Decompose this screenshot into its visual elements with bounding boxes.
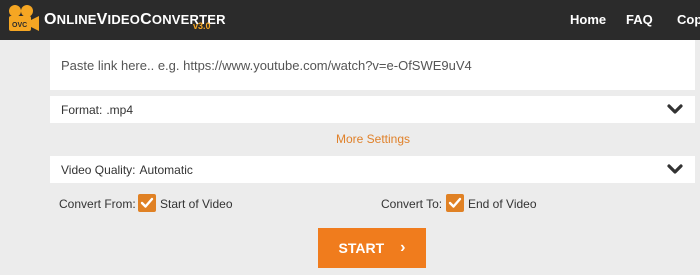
logo-letter-v: V [96, 11, 108, 28]
convert-from-label: Convert From: [59, 197, 136, 211]
nav-faq-link[interactable]: FAQ [626, 12, 653, 27]
quality-label: Video Quality: [61, 162, 136, 177]
logo-letter-c: C [140, 11, 152, 28]
chevron-down-icon [667, 164, 683, 174]
logo-word-onverter: ONVERTER [151, 12, 226, 27]
logo-word-ideo: IDEO [107, 12, 141, 27]
format-value: .mp4 [106, 102, 134, 117]
convert-to-checkbox[interactable] [446, 194, 464, 212]
start-button-label: START [338, 240, 385, 256]
format-select[interactable]: Format: .mp4 [50, 96, 695, 123]
version-badge: v3.0 [193, 21, 211, 31]
checkmark-icon [448, 197, 462, 208]
convert-to-option-label[interactable]: End of Video [468, 197, 537, 211]
checkmark-icon [140, 197, 154, 208]
convert-from-checkbox[interactable] [138, 194, 156, 212]
more-settings-link[interactable]: More Settings [336, 132, 410, 146]
start-button[interactable]: START › [318, 228, 426, 268]
quality-value: Automatic [139, 162, 193, 177]
chevron-right-icon: › [400, 239, 406, 256]
convert-from-option-label[interactable]: Start of Video [160, 197, 233, 211]
format-label: Format: [61, 102, 103, 117]
logo-letter-o: O [44, 11, 57, 28]
chevron-down-icon [667, 104, 683, 114]
video-quality-select[interactable]: Video Quality: Automatic [50, 156, 695, 183]
top-navbar: OVC ONLINEVIDEOCONVERTER v3.0 Home FAQ C… [0, 0, 700, 40]
logo-badge-text: OVC [12, 22, 27, 29]
nav-home-link[interactable]: Home [570, 12, 606, 27]
video-url-input[interactable] [50, 40, 695, 90]
logo-word-nline: NLINE [56, 12, 97, 27]
convert-to-label: Convert To: [381, 197, 443, 211]
nav-copy-link[interactable]: Copy [677, 12, 700, 27]
film-camera-logo-icon[interactable]: OVC [6, 4, 40, 34]
